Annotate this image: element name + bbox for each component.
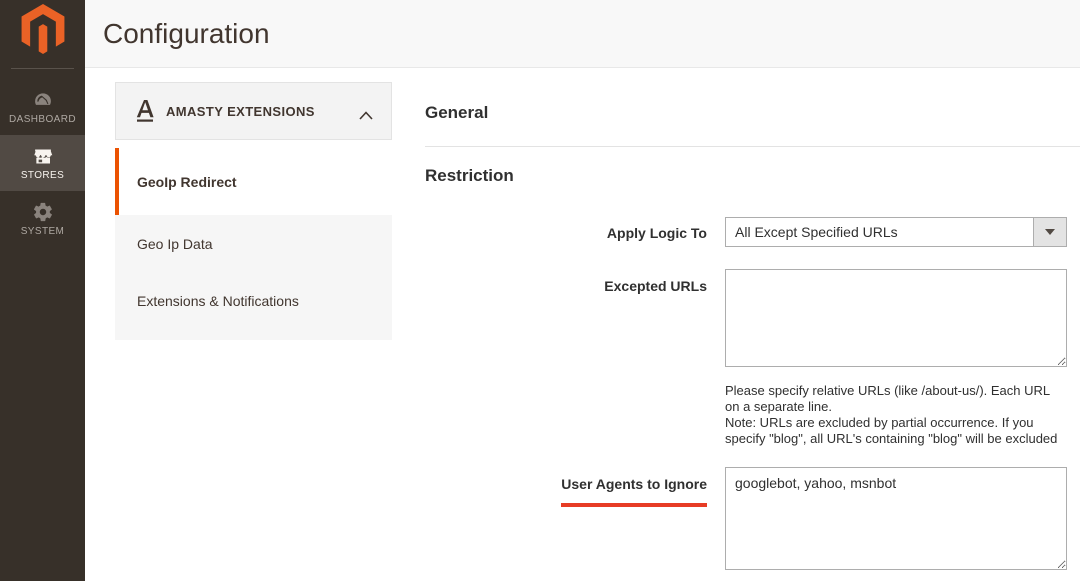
amasty-logo-icon xyxy=(134,99,156,123)
config-section-nav: AMASTY EXTENSIONS GeoIp Redirect Geo Ip … xyxy=(115,82,392,340)
storefront-icon xyxy=(30,145,56,167)
sidebar-item-dashboard[interactable]: DASHBOARD xyxy=(0,79,85,135)
sidebar-item-system[interactable]: SYSTEM xyxy=(0,191,85,247)
note-line-1: Please specify relative URLs (like /abou… xyxy=(725,383,1067,415)
admin-sidebar: DASHBOARD STORES SYSTEM xyxy=(0,0,85,581)
config-nav-item-label: Extensions & Notifications xyxy=(137,293,299,309)
excepted-urls-label: Excepted URLs xyxy=(425,269,707,447)
config-nav-item-geoip-redirect[interactable]: GeoIp Redirect xyxy=(115,148,392,215)
excepted-urls-note: Please specify relative URLs (like /abou… xyxy=(725,383,1067,447)
sidebar-item-stores[interactable]: STORES xyxy=(0,135,85,191)
sidebar-divider xyxy=(11,68,74,69)
form-row-apply-logic-to: Apply Logic To All Except Specified URLs xyxy=(425,217,1080,247)
config-nav-section-amasty-extensions[interactable]: AMASTY EXTENSIONS xyxy=(115,82,392,140)
magento-logo[interactable] xyxy=(0,0,85,68)
note-line-2: Note: URLs are excluded by partial occur… xyxy=(725,415,1067,447)
config-nav-item-label: GeoIp Redirect xyxy=(137,174,237,190)
excepted-urls-textarea[interactable] xyxy=(725,269,1067,367)
form-row-excepted-urls: Excepted URLs Please specify relative UR… xyxy=(425,269,1080,447)
config-form: General Restriction Apply Logic To All E… xyxy=(425,68,1080,575)
apply-logic-to-label: Apply Logic To xyxy=(425,217,707,247)
form-row-user-agents: User Agents to Ignore googlebot, yahoo, … xyxy=(425,467,1080,575)
page-title: Configuration xyxy=(85,18,270,50)
magento-logo-icon xyxy=(21,10,65,59)
sidebar-item-label: SYSTEM xyxy=(21,226,65,237)
apply-logic-to-select[interactable]: All Except Specified URLs xyxy=(725,217,1067,247)
user-agents-textarea[interactable]: googlebot, yahoo, msnbot xyxy=(725,467,1067,570)
chevron-down-icon xyxy=(1045,229,1055,235)
sidebar-item-label: DASHBOARD xyxy=(9,114,76,125)
section-heading-general: General xyxy=(425,68,1080,147)
sidebar-item-label: STORES xyxy=(21,170,64,181)
config-nav-section-label: AMASTY EXTENSIONS xyxy=(166,104,359,119)
config-nav-items: GeoIp Redirect Geo Ip Data Extensions & … xyxy=(115,148,392,340)
user-agents-label: User Agents to Ignore xyxy=(425,467,707,575)
gear-icon xyxy=(30,201,56,223)
user-agents-label-text: User Agents to Ignore xyxy=(561,476,707,507)
chevron-up-icon[interactable] xyxy=(359,107,373,116)
config-nav-item-extensions-notifications[interactable]: Extensions & Notifications xyxy=(115,272,392,340)
config-nav-item-geo-ip-data[interactable]: Geo Ip Data xyxy=(115,215,392,272)
apply-logic-to-value: All Except Specified URLs xyxy=(726,218,1033,246)
page-header: Configuration xyxy=(85,0,1080,68)
select-dropdown-button[interactable] xyxy=(1033,218,1066,246)
section-heading-restriction: Restriction xyxy=(425,167,1080,185)
config-nav-item-label: Geo Ip Data xyxy=(137,236,213,252)
dashboard-gauge-icon xyxy=(30,89,56,111)
